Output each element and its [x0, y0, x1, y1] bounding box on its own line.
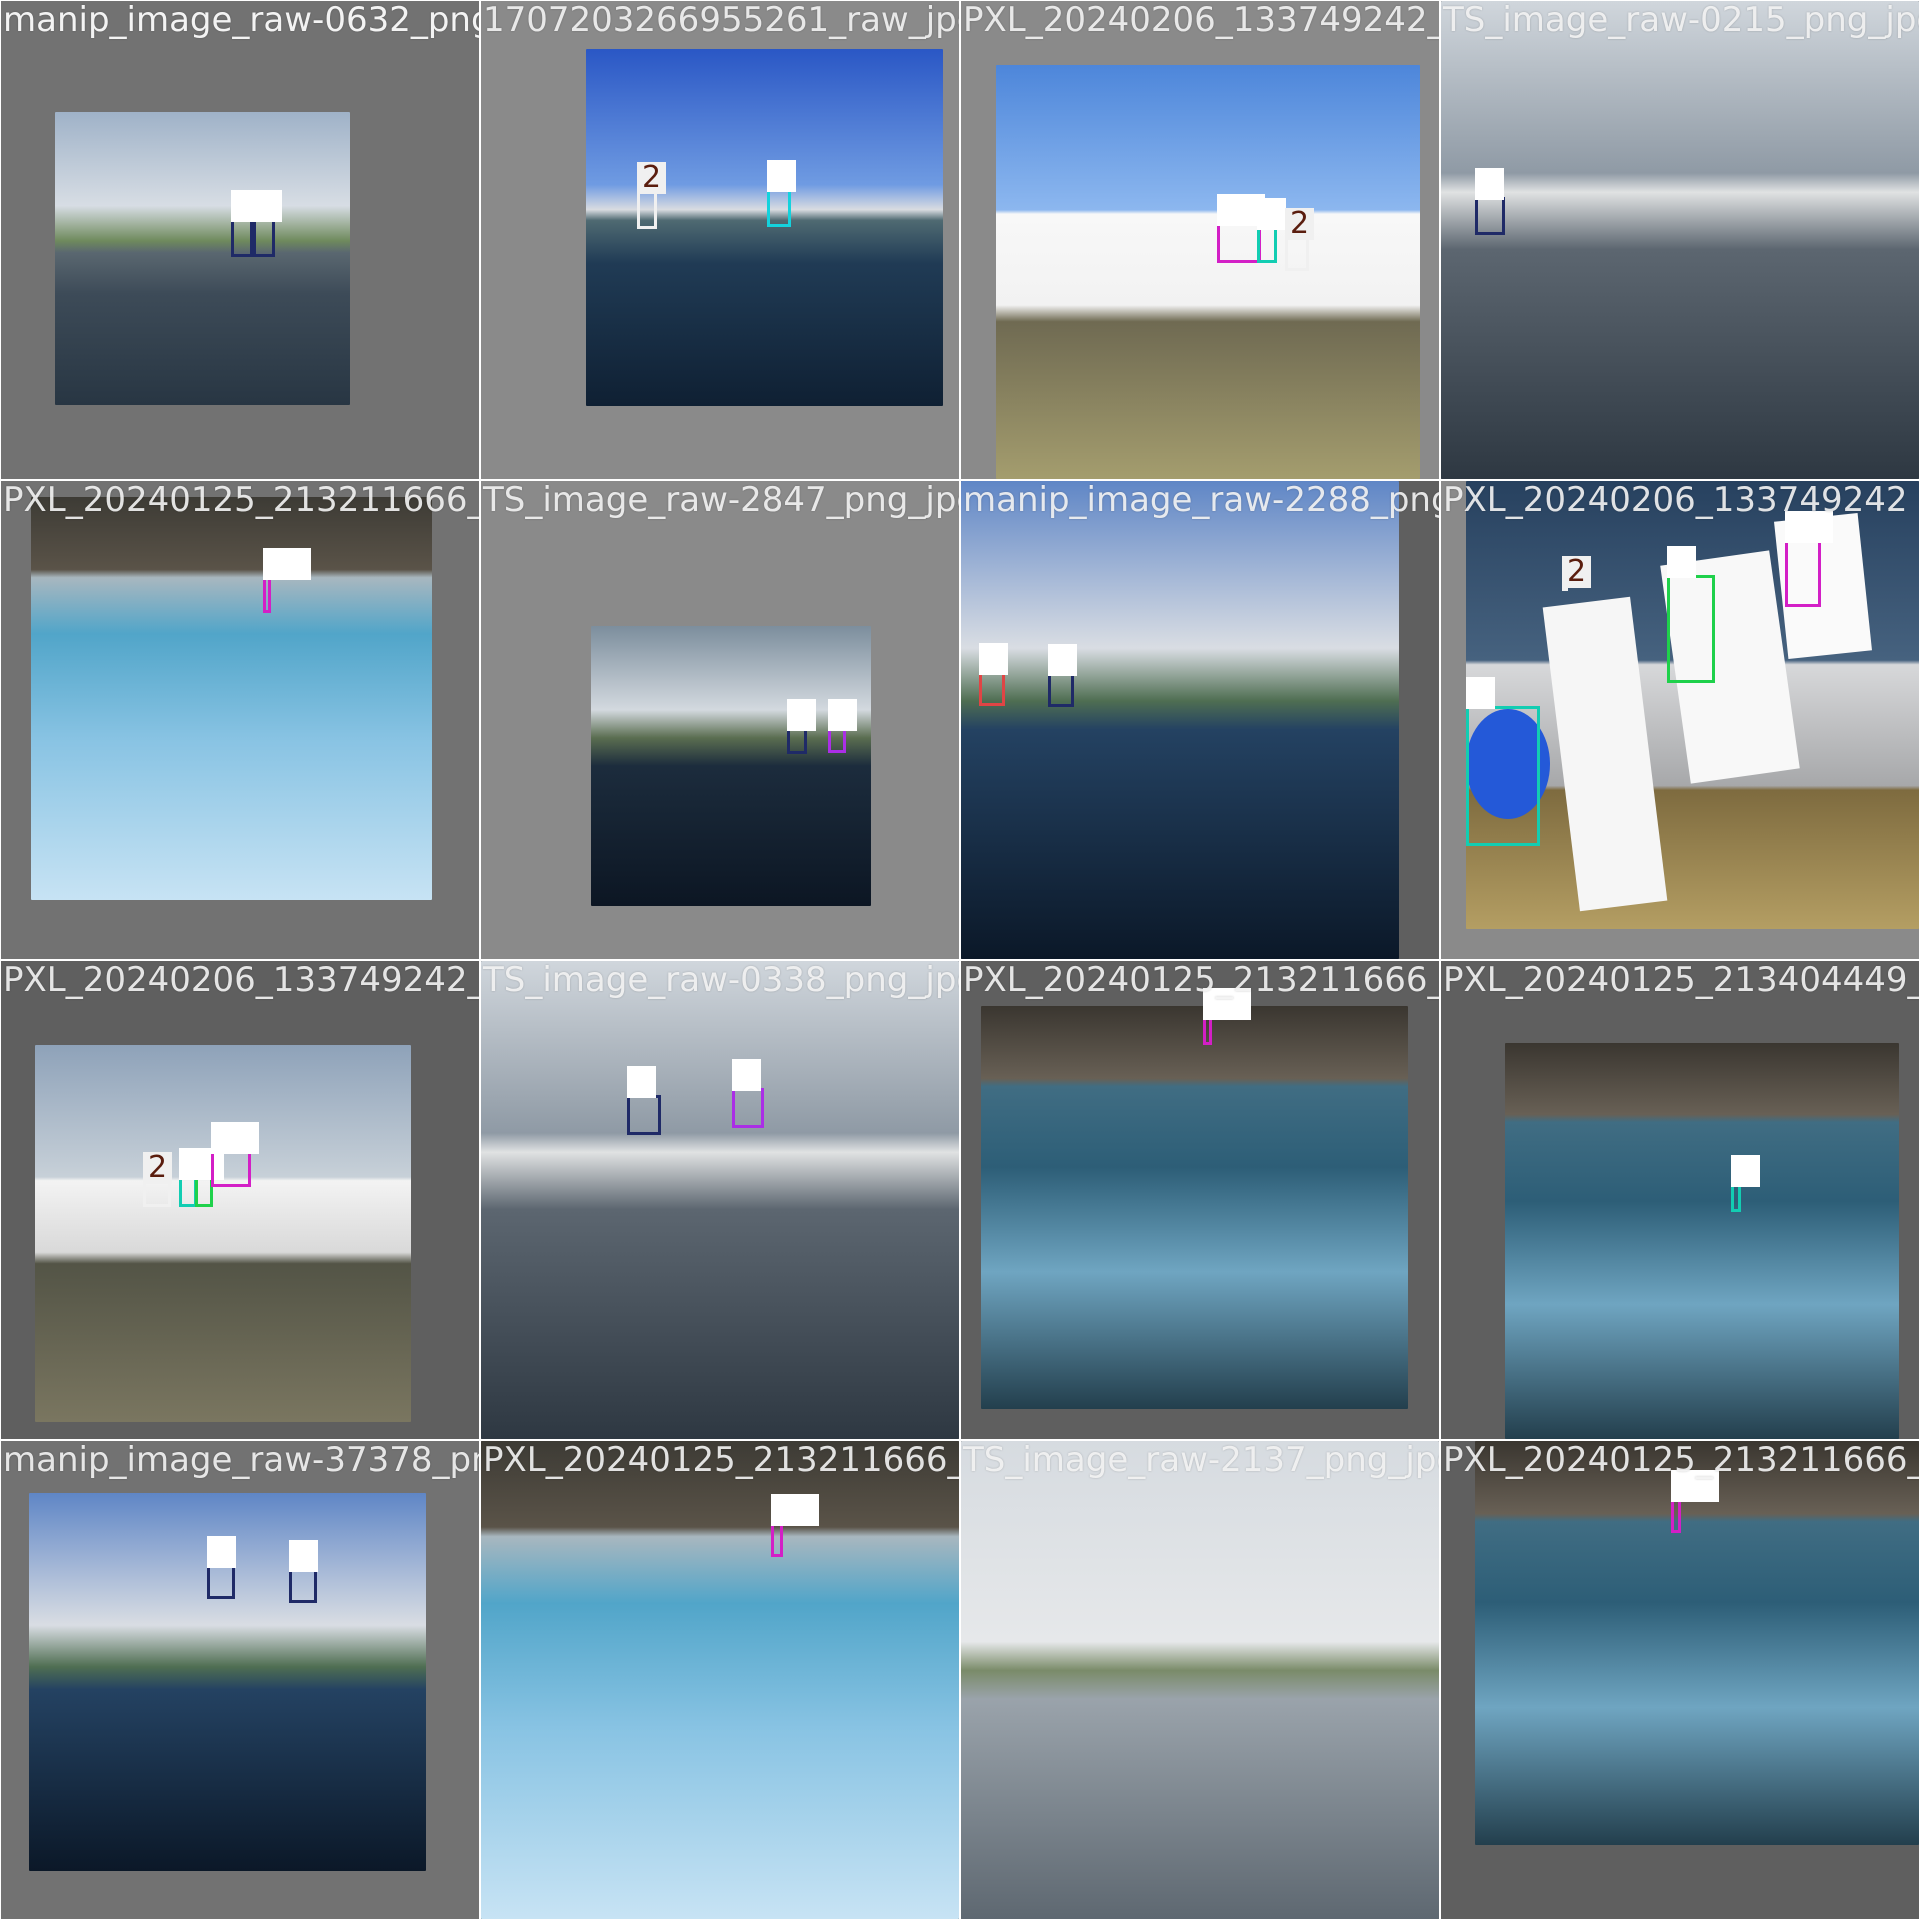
- mosaic-tile-15: TS_image_raw-2137_png_jpg.rf: [961, 1441, 1439, 1919]
- tile-filename: TS_image_raw-0338_png_jpg.rf: [483, 961, 959, 1000]
- bbox-label: 9: [828, 699, 858, 731]
- bbox-label: 4: [787, 699, 817, 731]
- tile-filename: PXL_20240206_133749242_jpg.rf: [3, 961, 479, 1000]
- tile-filename: PXL_20240125_213404449_jpg.rf: [1443, 961, 1919, 1000]
- bbox-4: 4: [1048, 644, 1078, 707]
- bbox-label: 4: [253, 190, 283, 222]
- bbox-label: 3: [1731, 1155, 1761, 1187]
- tile-photo: [1441, 1, 1919, 479]
- mosaic-tile-2: 2 1 1707203266955261_raw_jpg.rf.8: [481, 1, 959, 479]
- tile-photo: [591, 626, 871, 906]
- tile-photo: [481, 1441, 959, 1919]
- mosaic-tile-1: 4 4 manip_image_raw-0632_png_jpg.r: [1, 1, 479, 479]
- mosaic-tile-4: 4 TS_image_raw-0215_png_jpg.rf: [1441, 1, 1919, 479]
- bbox-2: 2: [1285, 208, 1315, 271]
- tile-filename: PXL_20240206_133749242_jpg.rf: [963, 1, 1439, 40]
- tile-filename: PXL_20240125_213211666_jpg.rf: [483, 1441, 959, 1480]
- bbox-1: 1: [767, 160, 797, 227]
- mosaic-tile-10: 4 9 TS_image_raw-0338_png_jpg.rf: [481, 961, 959, 1439]
- bbox-11: 11: [1203, 988, 1252, 1045]
- tile-photo: [481, 961, 959, 1439]
- bbox-label: 11: [211, 1122, 260, 1154]
- bbox-label: 3: [1466, 677, 1496, 709]
- mosaic-tile-9: 2 3 8 11 PXL_20240206_133749242_jpg.rf: [1, 961, 479, 1439]
- bbox-label: 4: [627, 1066, 657, 1098]
- bbox-label: 4: [289, 1540, 319, 1572]
- tile-filename: 1707203266955261_raw_jpg.rf.8: [483, 1, 959, 40]
- tile-photo: [35, 1045, 411, 1422]
- bbox-label: 1: [767, 160, 797, 192]
- bbox-11: 11: [1217, 194, 1266, 263]
- bbox-label: 6: [979, 643, 1009, 675]
- bbox-3: 3: [1257, 198, 1287, 263]
- bbox-2: 2: [637, 162, 667, 229]
- tile-photo: [31, 497, 432, 900]
- mosaic-tile-14: 11 PXL_20240125_213211666_jpg.rf: [481, 1441, 959, 1919]
- tile-filename: TS_image_raw-2137_png_jpg.rf: [963, 1441, 1439, 1480]
- bbox-8: 8: [1667, 546, 1715, 683]
- bbox-label: 4: [1475, 168, 1505, 200]
- tile-filename: manip_image_raw-2288_png_jpg: [963, 481, 1439, 520]
- bbox-11: 11: [263, 548, 312, 613]
- tile-filename: TS_image_raw-0215_png_jpg.rf: [1443, 1, 1919, 40]
- bbox-label: 9: [732, 1059, 762, 1091]
- tile-photo: [996, 65, 1420, 479]
- mosaic-tile-12: 3 PXL_20240125_213404449_jpg.rf: [1441, 961, 1919, 1439]
- bbox-4: 4: [231, 190, 261, 257]
- tile-photo: [961, 1441, 1439, 1919]
- mosaic-tile-6: 4 9 TS_image_raw-2847_png_jpg.rf: [481, 481, 959, 959]
- bbox-4: 4: [1475, 168, 1505, 235]
- bbox-2: 2: [1562, 556, 1592, 591]
- bbox-11: 11: [211, 1122, 260, 1187]
- bbox-label: 11: [771, 1494, 820, 1526]
- tile-photo: [961, 481, 1399, 959]
- bbox-4: 4: [207, 1536, 237, 1599]
- tile-filename: PXL_20240125_213211666_jpg.rf: [963, 961, 1439, 1000]
- tile-filename: PXL_20240125_213211666_jpg.rf: [1443, 1441, 1919, 1480]
- bbox-3: 3: [1731, 1155, 1761, 1212]
- tile-photo: [55, 112, 350, 405]
- bbox-label: 4: [207, 1536, 237, 1568]
- tile-photo: [981, 1006, 1408, 1409]
- bbox-label: 2: [637, 162, 667, 194]
- bbox-11: 11: [1785, 511, 1834, 607]
- bbox-label: 2: [1285, 208, 1315, 240]
- tile-filename: TS_image_raw-2847_png_jpg.rf: [483, 481, 959, 520]
- mosaic-tile-7: 6 4 manip_image_raw-2288_png_jpg: [961, 481, 1439, 959]
- bbox-4: 4: [253, 190, 283, 257]
- bbox-4: 4: [787, 699, 817, 754]
- bbox-label: 11: [263, 548, 312, 580]
- tile-filename: PXL_20240206_133749242: [1443, 481, 1908, 520]
- bbox-label: 3: [1257, 198, 1287, 230]
- bbox-label: 2: [143, 1152, 173, 1184]
- mosaic-tile-13: 4 4 manip_image_raw-37378_png_jpg: [1, 1441, 479, 1919]
- bbox-label: 8: [1667, 546, 1697, 578]
- training-batch-mosaic: 4 4 manip_image_raw-0632_png_jpg.r 2 1 1…: [0, 0, 1920, 1920]
- tile-filename: manip_image_raw-37378_png_jpg: [3, 1441, 479, 1480]
- bbox-3: 3: [1466, 677, 1540, 846]
- bbox-2: 2: [143, 1152, 173, 1207]
- mosaic-tile-11: 11 PXL_20240125_213211666_jpg.rf: [961, 961, 1439, 1439]
- bbox-11: 11: [1671, 1470, 1720, 1533]
- tile-photo: [1505, 1043, 1899, 1439]
- tile-filename: PXL_20240125_213211666_jpg.rf: [3, 481, 479, 520]
- mosaic-tile-16: 11 PXL_20240125_213211666_jpg.rf: [1441, 1441, 1919, 1919]
- bbox-4: 4: [627, 1066, 661, 1135]
- tile-filename: manip_image_raw-0632_png_jpg.r: [3, 1, 479, 40]
- mosaic-tile-5: 11 PXL_20240125_213211666_jpg.rf: [1, 481, 479, 959]
- bbox-6: 6: [979, 643, 1009, 706]
- bbox-9: 9: [732, 1059, 764, 1128]
- bbox-label: 2: [1562, 556, 1592, 588]
- mosaic-tile-3: 11 3 2 PXL_20240206_133749242_jpg.rf: [961, 1, 1439, 479]
- bbox-9: 9: [828, 699, 858, 753]
- bbox-label: 4: [1048, 644, 1078, 676]
- bbox-11: 11: [771, 1494, 820, 1557]
- mosaic-tile-8: 2 8 11 3 PXL_20240206_133749242: [1441, 481, 1919, 959]
- bbox-4: 4: [289, 1540, 319, 1603]
